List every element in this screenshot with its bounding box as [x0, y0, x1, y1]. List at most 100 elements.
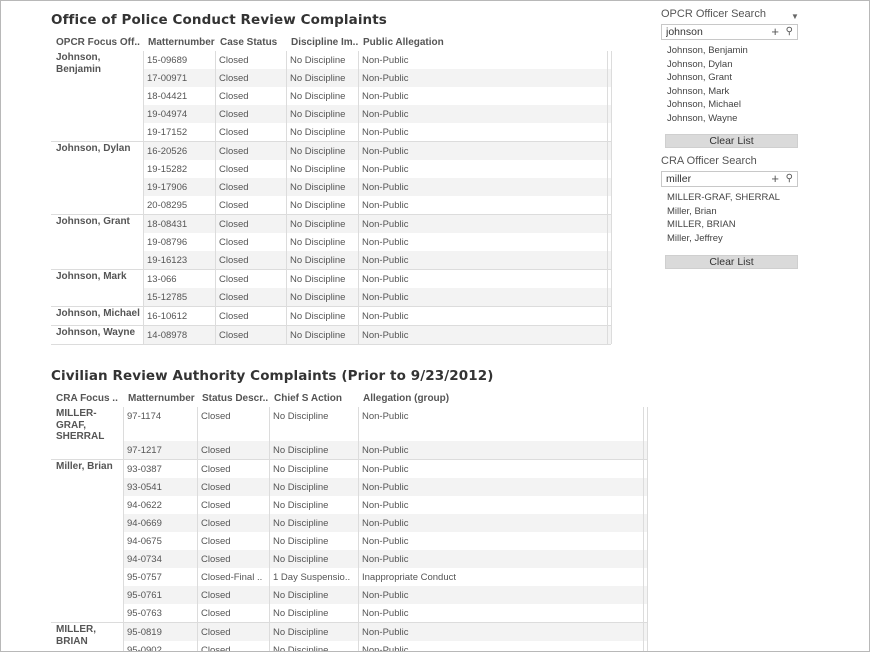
- table-cell: No Discipline: [290, 127, 346, 138]
- table-row[interactable]: 94-0622 Closed No Discipline Non-Public: [51, 496, 647, 514]
- opcr-search-box[interactable]: + ⚲: [661, 24, 798, 40]
- cra-clear-list-button[interactable]: Clear List: [665, 255, 798, 269]
- table-row[interactable]: 14-08978 Closed No Discipline Non-Public: [51, 326, 611, 344]
- table-cell: Closed: [219, 330, 249, 341]
- column-divider: [197, 407, 198, 651]
- cra-search-box[interactable]: + ⚲: [661, 171, 798, 187]
- table-cell: Closed: [219, 219, 249, 230]
- table-cell: 20-08295: [147, 200, 188, 211]
- chevron-down-icon[interactable]: ▼: [791, 12, 799, 21]
- table-row[interactable]: 19-16123 Closed No Discipline Non-Public: [51, 251, 611, 269]
- table-cell: Non-Public: [362, 219, 409, 230]
- table-cell: 19-04974: [147, 109, 188, 120]
- row-group: Johnson, Michael 16-10612 Closed No Discipl…: [51, 306, 611, 325]
- row-group: Miller, Brian 93-0387 Closed No Discipline N…: [51, 459, 647, 622]
- table-cell: 93-0387: [127, 464, 162, 475]
- table-cell: 1 Day Suspensio..: [273, 572, 351, 583]
- column-header[interactable]: Matternumber: [148, 37, 216, 48]
- search-result-item[interactable]: Miller, Jeffrey: [667, 233, 780, 247]
- table-cell: Closed: [219, 164, 249, 175]
- table-row[interactable]: 19-17906 Closed No Discipline Non-Public: [51, 178, 611, 196]
- column-header[interactable]: Chief S Action: [274, 393, 359, 404]
- table-row[interactable]: 93-0387 Closed No Discipline Non-Public: [51, 460, 647, 478]
- cra-table: CRA Focus .. Matternumber Status Descr.. Ch…: [51, 392, 648, 652]
- table-row[interactable]: 13-066 Closed No Discipline Non-Public: [51, 270, 611, 288]
- column-header[interactable]: Matternumber: [128, 393, 198, 404]
- column-divider: [286, 51, 287, 344]
- table-cell: No Discipline: [290, 109, 346, 120]
- search-icon[interactable]: ⚲: [786, 173, 793, 184]
- table-cell: Non-Public: [362, 482, 409, 493]
- table-cell: No Discipline: [273, 554, 329, 565]
- table-cell: No Discipline: [290, 73, 346, 84]
- plus-icon[interactable]: +: [771, 24, 779, 39]
- table-cell: Non-Public: [362, 311, 409, 322]
- table-cell: No Discipline: [290, 219, 346, 230]
- table-cell: Non-Public: [362, 590, 409, 601]
- table-row[interactable]: 16-10612 Closed No Discipline Non-Public: [51, 307, 611, 325]
- table-row[interactable]: 20-08295 Closed No Discipline Non-Public: [51, 196, 611, 214]
- row-group: MILLER-GRAF, SHERRAL 97-1174 Closed No Disc…: [51, 407, 647, 459]
- search-result-item[interactable]: Johnson, Wayne: [667, 113, 748, 127]
- table-cell: 19-16123: [147, 255, 188, 266]
- search-result-item[interactable]: Johnson, Benjamin: [667, 45, 748, 59]
- table-row[interactable]: 95-0761 Closed No Discipline Non-Public: [51, 586, 647, 604]
- column-header[interactable]: Case Status: [220, 37, 287, 48]
- table-row[interactable]: 97-1217 Closed No Discipline Non-Public: [51, 441, 647, 459]
- table-cell: Non-Public: [362, 91, 409, 102]
- plus-icon[interactable]: +: [771, 171, 779, 186]
- row-group: Johnson, Mark 13-066 Closed No Discipline No…: [51, 269, 611, 306]
- cra-title: Civilian Review Authority Complaints (Pr…: [51, 368, 494, 384]
- column-header[interactable]: Public Allegation: [363, 37, 612, 48]
- table-row[interactable]: 17-00971 Closed No Discipline Non-Public: [51, 69, 611, 87]
- table-row[interactable]: 94-0669 Closed No Discipline Non-Public: [51, 514, 647, 532]
- opcr-search-input[interactable]: [666, 26, 766, 38]
- search-result-item[interactable]: Johnson, Grant: [667, 72, 748, 86]
- table-row[interactable]: 95-0763 Closed No Discipline Non-Public: [51, 604, 647, 622]
- table-row[interactable]: 93-0541 Closed No Discipline Non-Public: [51, 478, 647, 496]
- table-row[interactable]: 95-0902 Closed No Discipline Non-Public: [51, 641, 647, 652]
- table-row[interactable]: 15-12785 Closed No Discipline Non-Public: [51, 288, 611, 306]
- search-icon[interactable]: ⚲: [786, 26, 793, 37]
- table-row[interactable]: 97-1174 Closed No Discipline Non-Public: [51, 407, 647, 441]
- table-row[interactable]: 19-08796 Closed No Discipline Non-Public: [51, 233, 611, 251]
- table-cell: No Discipline: [290, 311, 346, 322]
- column-header[interactable]: OPCR Focus Off..: [56, 37, 144, 48]
- column-divider: [358, 407, 359, 651]
- table-row[interactable]: 95-0819 Closed No Discipline Non-Public: [51, 623, 647, 641]
- column-header[interactable]: Allegation (group): [363, 393, 648, 404]
- search-result-item[interactable]: Johnson, Dylan: [667, 59, 748, 73]
- table-row[interactable]: 95-0757 Closed-Final .. 1 Day Suspensio.. I…: [51, 568, 647, 586]
- table-row[interactable]: 19-04974 Closed No Discipline Non-Public: [51, 105, 611, 123]
- table-cell: No Discipline: [290, 55, 346, 66]
- table-row[interactable]: 18-04421 Closed No Discipline Non-Public: [51, 87, 611, 105]
- table-row[interactable]: 16-20526 Closed No Discipline Non-Public: [51, 142, 611, 160]
- cra-search-input[interactable]: [666, 173, 766, 185]
- table-cell: 14-08978: [147, 330, 188, 341]
- table-cell: Closed: [201, 445, 231, 456]
- search-result-item[interactable]: MILLER, BRIAN: [667, 219, 780, 233]
- table-cell: Non-Public: [362, 645, 409, 652]
- table-cell: No Discipline: [290, 182, 346, 193]
- table-row[interactable]: 15-09689 Closed No Discipline Non-Public: [51, 51, 611, 69]
- table-row[interactable]: 94-0675 Closed No Discipline Non-Public: [51, 532, 647, 550]
- search-result-item[interactable]: Johnson, Mark: [667, 86, 748, 100]
- table-row[interactable]: 18-08431 Closed No Discipline Non-Public: [51, 215, 611, 233]
- opcr-clear-list-button[interactable]: Clear List: [665, 134, 798, 148]
- search-result-item[interactable]: Miller, Brian: [667, 206, 780, 220]
- table-row[interactable]: 94-0734 Closed No Discipline Non-Public: [51, 550, 647, 568]
- search-result-item[interactable]: Johnson, Michael: [667, 99, 748, 113]
- table-row[interactable]: 19-17152 Closed No Discipline Non-Public: [51, 123, 611, 141]
- column-header[interactable]: Discipline Im..: [291, 37, 359, 48]
- table-cell: 95-0902: [127, 645, 162, 652]
- table-cell: No Discipline: [273, 411, 329, 422]
- column-header[interactable]: CRA Focus ..: [56, 393, 124, 404]
- table-cell: No Discipline: [290, 164, 346, 175]
- table-cell: No Discipline: [273, 645, 329, 652]
- table-cell: 18-08431: [147, 219, 188, 230]
- table-cell: 19-15282: [147, 164, 188, 175]
- row-group: MILLER, BRIAN 95-0819 Closed No Discipline N…: [51, 622, 647, 652]
- search-result-item[interactable]: MILLER-GRAF, SHERRAL: [667, 192, 780, 206]
- column-header[interactable]: Status Descr..: [202, 393, 270, 404]
- table-row[interactable]: 19-15282 Closed No Discipline Non-Public: [51, 160, 611, 178]
